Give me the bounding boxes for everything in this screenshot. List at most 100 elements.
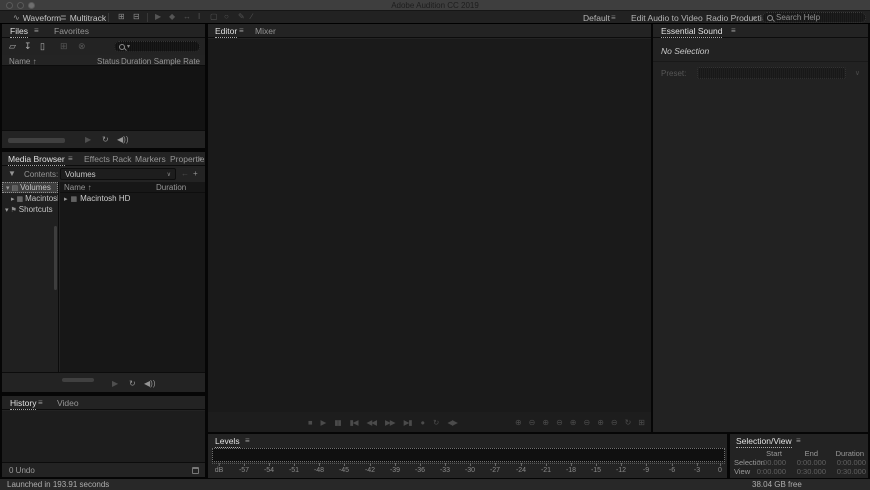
zoom-out-time-button[interactable]: ⊖ — [529, 418, 536, 427]
twisty-closed-icon[interactable]: ▸ — [64, 195, 68, 203]
media-list-row-macintosh-hd[interactable]: ▸ ▦ Macintosh HD — [60, 193, 205, 204]
zoom-to-selection-button[interactable]: ⊕ — [597, 418, 604, 427]
record-button[interactable]: ● — [420, 418, 424, 427]
column-duration[interactable]: Duration — [156, 183, 186, 192]
tree-item-shortcuts[interactable]: ▾ ⚑ Shortcuts — [2, 204, 58, 215]
fast-forward-button[interactable]: ▶▶ — [385, 418, 395, 427]
view-end-value[interactable]: 0:30.000 — [797, 467, 826, 476]
import-file-icon[interactable]: ↧ — [24, 41, 32, 52]
rewind-button[interactable]: ◀◀ — [366, 418, 376, 427]
column-name[interactable]: Name ↑ — [9, 57, 37, 66]
column-sample-rate[interactable]: Sample Rate — [154, 57, 200, 66]
history-panel-menu-icon[interactable]: ≡ — [38, 398, 43, 407]
selection-start-value[interactable]: 0:00.000 — [757, 458, 786, 467]
move-tool-icon[interactable]: ▶ — [155, 12, 161, 21]
skip-to-next-button[interactable]: ▶▮ — [404, 418, 412, 427]
zoom-full-button[interactable]: ⊞ — [638, 418, 645, 427]
tab-history[interactable]: History — [10, 398, 36, 410]
zoom-out-amplitude-button[interactable]: ⊖ — [556, 418, 563, 427]
pause-button[interactable]: ▮▮ — [334, 418, 340, 427]
slip-tool-icon[interactable]: ↔ — [183, 12, 191, 21]
stop-button[interactable]: ■ — [308, 418, 312, 427]
waveform-view-button[interactable]: ∿ Waveform — [13, 12, 61, 23]
multitrack-view-button[interactable]: ≣ Multitrack — [60, 12, 106, 23]
contents-dropdown[interactable]: Volumes ∨ — [60, 168, 176, 180]
tab-editor[interactable]: Editor — [215, 26, 237, 38]
selection-end-value[interactable]: 0:00.000 — [797, 458, 826, 467]
column-duration[interactable]: Duration — [121, 57, 151, 66]
workspace-menu-icon[interactable]: ≡ — [611, 13, 616, 22]
twisty-closed-icon[interactable]: ▸ — [11, 195, 15, 203]
media-tree-scrollbar[interactable] — [54, 226, 57, 290]
spot-healing-brush-tool-icon[interactable]: ∕ — [251, 12, 252, 21]
loop-playback-button[interactable]: ↻ — [433, 418, 438, 427]
sort-up-icon: ↑ — [33, 57, 37, 66]
zoom-in-time-button[interactable]: ⊕ — [515, 418, 522, 427]
tab-selection-view[interactable]: Selection/View — [736, 436, 792, 448]
files-play-icon[interactable]: ▶ — [85, 135, 91, 144]
files-search-field[interactable]: ▾ — [114, 41, 200, 52]
column-name[interactable]: Name ↑ — [64, 183, 92, 192]
media-row-label: Macintosh HD — [80, 194, 130, 203]
files-list-empty[interactable] — [2, 66, 205, 130]
files-panel-menu-icon[interactable]: ≡ — [34, 26, 39, 35]
tab-effects-rack[interactable]: Effects Rack — [84, 154, 132, 164]
workspace-default-button[interactable]: Default — [583, 13, 610, 23]
tab-markers[interactable]: Markers — [135, 154, 166, 164]
skip-selection-button[interactable]: ◀▶ — [447, 418, 457, 427]
search-icon — [767, 15, 773, 21]
files-horizontal-scrollbar[interactable] — [8, 138, 65, 143]
tree-item-macintosh-hd[interactable]: ▸ ▦ Macintosh HD — [2, 193, 58, 204]
zoom-out-full-button[interactable]: ⊖ — [611, 418, 618, 427]
tab-files[interactable]: Files — [10, 26, 28, 38]
zoom-in-amplitude-button[interactable]: ⊕ — [542, 418, 549, 427]
tab-essential-sound[interactable]: Essential Sound — [661, 26, 722, 38]
zoom-to-in-point-button[interactable]: ⊕ — [570, 418, 577, 427]
play-button[interactable]: ▶ — [321, 418, 326, 427]
marquee-selection-tool-icon[interactable]: ▢ — [210, 12, 218, 21]
tab-favorites[interactable]: Favorites — [54, 26, 89, 36]
editor-waveform-area[interactable] — [208, 39, 651, 412]
levels-panel-menu-icon[interactable]: ≡ — [245, 436, 250, 445]
twisty-open-icon[interactable]: ▾ — [5, 206, 9, 214]
tab-mixer[interactable]: Mixer — [255, 26, 276, 36]
zoom-to-out-point-button[interactable]: ⊖ — [583, 418, 590, 427]
panel-layout-icon[interactable]: ⊟ — [133, 12, 140, 21]
time-selection-tool-icon[interactable]: I — [198, 12, 200, 21]
media-tab-overflow-icon[interactable]: » — [198, 154, 202, 163]
media-panel-menu-icon[interactable]: ≡ — [68, 154, 73, 163]
reset-zoom-button[interactable]: ↻ — [625, 418, 632, 427]
selection-duration-value[interactable]: 0:00.000 — [837, 458, 866, 467]
workspace-edit-audio-to-video[interactable]: Edit Audio to Video — [631, 13, 703, 23]
media-add-icon[interactable]: + — [193, 169, 198, 178]
clear-history-icon[interactable] — [192, 467, 199, 474]
editor-panel-menu-icon[interactable]: ≡ — [239, 26, 244, 35]
add-shortcut-icon[interactable]: ▼ — [8, 169, 16, 178]
lasso-selection-tool-icon[interactable]: ○ — [224, 12, 229, 21]
media-horizontal-scrollbar[interactable] — [62, 378, 94, 382]
skip-to-previous-button[interactable]: ▮◀ — [350, 418, 358, 427]
files-loop-icon[interactable]: ↻ — [102, 135, 109, 144]
open-file-icon[interactable]: ▱ — [9, 41, 16, 52]
selection-view-panel-menu-icon[interactable]: ≡ — [796, 436, 801, 445]
history-list-empty[interactable] — [2, 411, 205, 462]
twisty-open-icon[interactable]: ▾ — [6, 184, 10, 192]
workspace-layout-icon[interactable]: ⊞ — [118, 12, 125, 21]
view-start-value[interactable]: 0:00.000 — [757, 467, 786, 476]
essential-sound-panel-menu-icon[interactable]: ≡ — [731, 26, 736, 35]
column-status[interactable]: Status — [97, 57, 120, 66]
tab-video[interactable]: Video — [57, 398, 79, 408]
media-play-icon[interactable]: ▶ — [112, 379, 118, 388]
media-loop-icon[interactable]: ↻ — [129, 379, 136, 388]
files-autoplay-icon[interactable]: ◀)) — [117, 135, 128, 144]
paintbrush-tool-icon[interactable]: ✎ — [238, 12, 245, 21]
tab-media-browser[interactable]: Media Browser — [8, 154, 65, 166]
media-autoplay-icon[interactable]: ◀)) — [144, 379, 155, 388]
razor-tool-icon[interactable]: ◆ — [169, 12, 175, 21]
search-help-field[interactable]: Search Help — [762, 12, 866, 23]
tab-levels[interactable]: Levels — [215, 436, 240, 448]
workspace-overflow-icon[interactable]: » — [752, 13, 756, 22]
new-file-icon[interactable]: ▯ — [40, 41, 45, 52]
view-duration-value[interactable]: 0:30.000 — [837, 467, 866, 476]
tree-item-volumes[interactable]: ▾ ▤ Volumes — [2, 182, 58, 193]
